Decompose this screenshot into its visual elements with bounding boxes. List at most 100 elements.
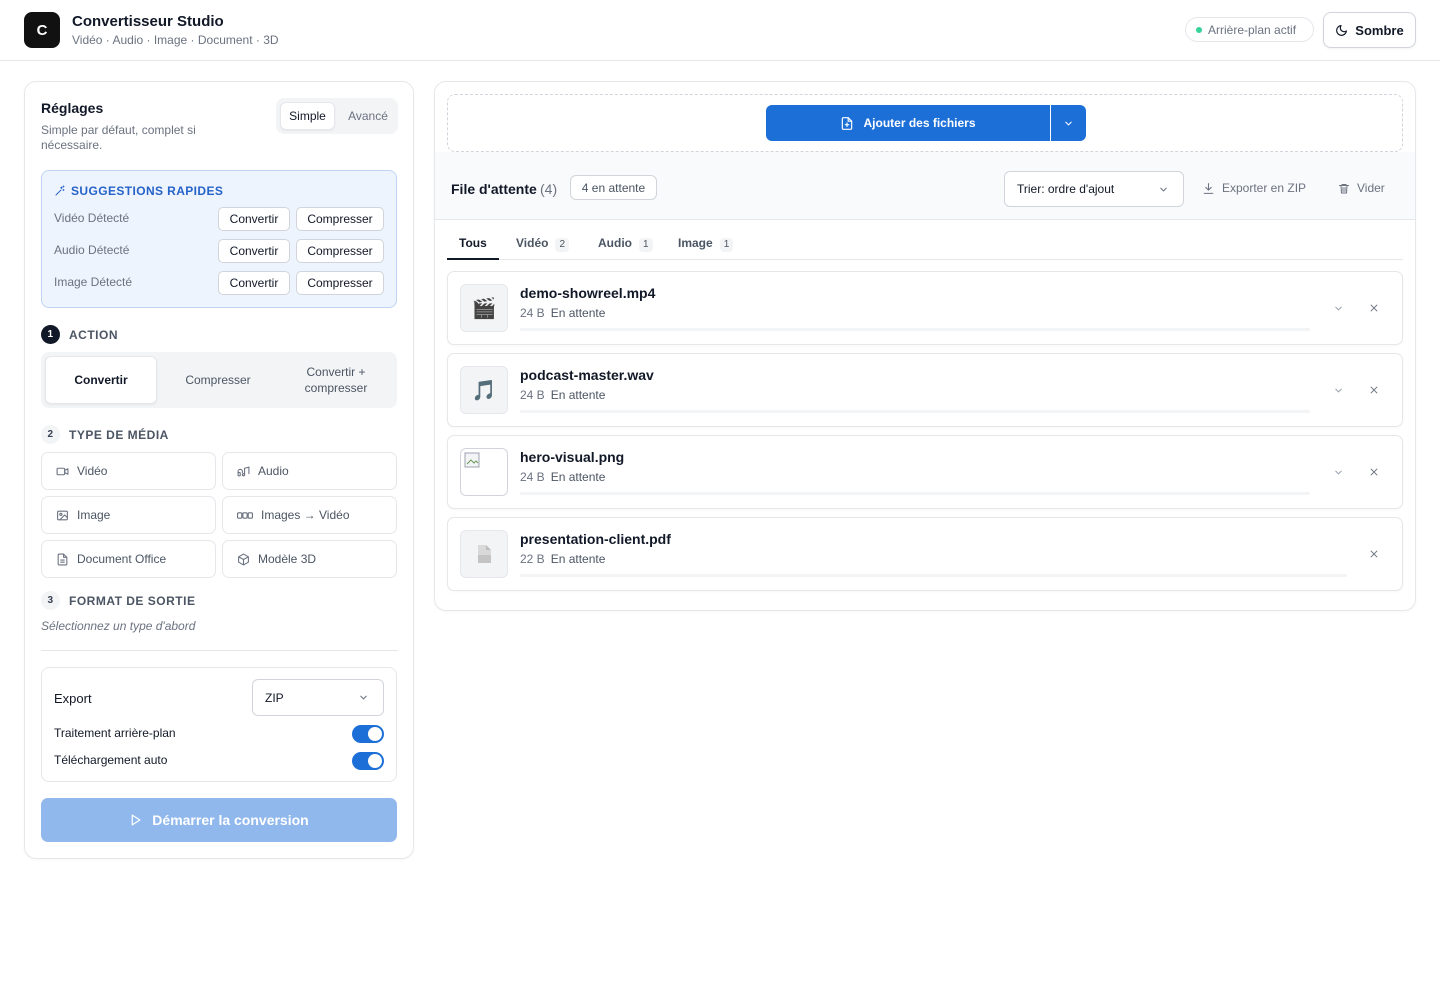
suggestion-label: Audio Détecté	[54, 243, 130, 257]
export-format-select[interactable]: ZIP	[252, 679, 384, 716]
media-type-label: Audio	[258, 464, 289, 478]
suggestion-image-compress-button[interactable]: Compresser	[296, 271, 384, 295]
divider	[41, 650, 398, 651]
file-name: demo-showreel.mp4	[520, 285, 656, 301]
video-icon	[56, 467, 69, 475]
tab-video[interactable]: Vidéo 2	[516, 230, 570, 260]
media-type-label: Vidéo	[77, 464, 108, 478]
magic-wand-icon	[55, 185, 65, 196]
suggestion-audio-compress-button[interactable]: Compresser	[296, 239, 384, 263]
file-card[interactable]: 🎵 podcast-master.wav 24 B En attente	[447, 353, 1403, 427]
tab-all[interactable]: Tous	[447, 230, 499, 260]
export-zip-button[interactable]: Exporter en ZIP	[1202, 181, 1306, 195]
image-sequence-icon	[237, 511, 253, 519]
audio-icon	[237, 465, 250, 476]
queue-panel: Ajouter des fichiers File d'attente (4) …	[434, 81, 1416, 611]
clapperboard-icon: 🎬	[460, 284, 508, 332]
suggestion-image-convert-button[interactable]: Convertir	[218, 271, 290, 295]
clear-queue-button[interactable]: Vider	[1338, 181, 1385, 195]
file-card[interactable]: 🎬 demo-showreel.mp4 24 B En attente	[447, 271, 1403, 345]
remove-file-button[interactable]	[1365, 463, 1383, 481]
file-name: hero-visual.png	[520, 449, 625, 465]
broken-image-icon	[460, 448, 508, 496]
step-title: TYPE DE MÉDIA	[69, 427, 169, 442]
background-status-label: Arrière-plan actif	[1208, 22, 1297, 37]
expand-file-button[interactable]	[1329, 381, 1347, 399]
trash-icon	[1339, 183, 1349, 193]
media-type-image[interactable]: Image	[41, 496, 216, 534]
remove-file-button[interactable]	[1365, 545, 1383, 563]
step-number: 1	[41, 325, 60, 344]
file-size: 24 B	[520, 306, 545, 320]
file-meta: 24 B En attente	[520, 470, 605, 484]
file-card[interactable]: hero-visual.png 24 B En attente	[447, 435, 1403, 509]
start-conversion-button[interactable]: Démarrer la conversion	[41, 798, 397, 842]
tab-label: Vidéo	[516, 236, 549, 250]
mode-advanced-button[interactable]: Avancé	[342, 102, 394, 130]
file-progress-bar	[520, 410, 1310, 413]
settings-description: Simple par défaut, complet si nécessaire…	[41, 123, 196, 152]
file-progress-bar	[520, 492, 1310, 495]
tab-count: 1	[639, 238, 653, 252]
tab-image[interactable]: Image 1	[678, 230, 734, 260]
moon-icon	[1336, 24, 1348, 36]
clear-queue-label: Vider	[1357, 181, 1385, 195]
background-processing-row: Traitement arrière-plan	[54, 725, 384, 743]
file-plus-icon	[842, 116, 853, 130]
file-meta: 24 B En attente	[520, 306, 605, 320]
tab-count: 1	[719, 238, 734, 252]
action-convert-compress-option[interactable]: Convertir + compresser	[279, 356, 393, 404]
export-format-value: ZIP	[265, 690, 284, 705]
remove-file-button[interactable]	[1365, 381, 1383, 399]
action-compress-option[interactable]: Compresser	[161, 356, 275, 404]
file-size: 24 B	[520, 388, 545, 402]
tab-label: Image	[678, 236, 713, 250]
theme-toggle-label: Sombre	[1355, 22, 1404, 38]
media-type-document[interactable]: Document Office	[41, 540, 216, 578]
file-size: 24 B	[520, 470, 545, 484]
media-type-images-to-video[interactable]: Images → Vidéo	[222, 496, 397, 534]
app-title: Convertisseur Studio	[72, 13, 224, 30]
pending-badge: 4 en attente	[570, 175, 657, 200]
file-status: En attente	[550, 306, 606, 320]
suggestion-video-compress-button[interactable]: Compresser	[296, 207, 384, 231]
action-convert-option[interactable]: Convertir	[45, 356, 157, 404]
format-hint: Sélectionnez un type d'abord	[41, 619, 196, 633]
tab-audio[interactable]: Audio 1	[598, 230, 653, 260]
suggestion-audio-convert-button[interactable]: Convertir	[218, 239, 290, 263]
media-type-video[interactable]: Vidéo	[41, 452, 216, 490]
queue-toolbar: File d'attente (4) 4 en attente Trier: o…	[435, 152, 1415, 220]
media-type-audio[interactable]: Audio	[222, 452, 397, 490]
suggestion-video-convert-button[interactable]: Convertir	[218, 207, 290, 231]
file-card[interactable]: presentation-client.pdf 22 B En attente	[447, 517, 1403, 591]
tab-label: Audio	[598, 236, 632, 250]
action-selector: Convertir Compresser Convertir + compres…	[41, 352, 397, 408]
tab-count: 2	[555, 238, 570, 252]
auto-download-row: Téléchargement auto	[54, 752, 384, 770]
app-header: C Convertisseur Studio Vidéo · Audio · I…	[0, 0, 1440, 61]
sort-select[interactable]: Trier: ordre d'ajout	[1004, 171, 1184, 207]
step-title: ACTION	[69, 327, 118, 342]
add-files-button[interactable]: Ajouter des fichiers	[766, 105, 1050, 141]
file-size: 22 B	[520, 552, 545, 566]
add-files-menu-button[interactable]	[1051, 105, 1086, 141]
file-status: En attente	[550, 552, 606, 566]
export-label: Export	[54, 691, 92, 706]
file-dropzone[interactable]: Ajouter des fichiers	[447, 94, 1403, 152]
remove-file-button[interactable]	[1365, 299, 1383, 317]
expand-file-button[interactable]	[1329, 463, 1347, 481]
start-conversion-label: Démarrer la conversion	[152, 812, 309, 828]
media-type-3d-model[interactable]: Modèle 3D	[222, 540, 397, 578]
step-media-heading: 2 TYPE DE MÉDIA	[41, 425, 169, 444]
background-processing-toggle[interactable]	[352, 725, 384, 743]
media-type-label: Image	[77, 508, 111, 522]
suggestion-row-image: Image Détecté Convertir Compresser	[54, 271, 384, 295]
download-icon	[1203, 182, 1214, 194]
tab-label: Tous	[459, 236, 487, 250]
auto-download-toggle[interactable]	[352, 752, 384, 770]
theme-toggle-button[interactable]: Sombre	[1323, 12, 1416, 48]
file-meta: 22 B En attente	[520, 552, 605, 566]
mode-simple-button[interactable]: Simple	[280, 102, 335, 130]
expand-file-button[interactable]	[1329, 299, 1347, 317]
music-note-icon: 🎵	[460, 366, 508, 414]
